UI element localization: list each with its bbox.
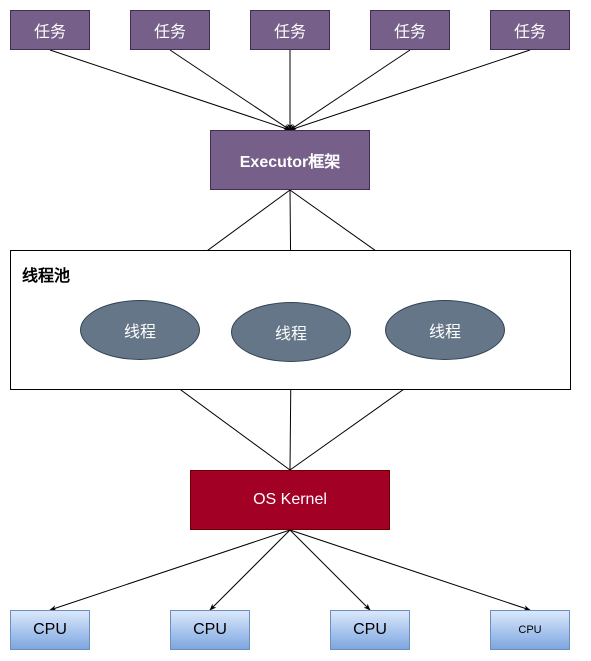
thread-pool-title: 线程池 — [22, 268, 71, 285]
edge-kernel-to-cpu-3 — [289, 529, 371, 611]
kernel-label: OS Kernel — [253, 491, 327, 508]
task-node[interactable]: 任务 — [130, 10, 210, 50]
edge-task-5-to-executor — [289, 49, 531, 131]
cpu-node[interactable]: CPU — [330, 610, 410, 650]
edge-task-1-to-executor — [49, 49, 291, 131]
edge-task-2-to-executor — [169, 49, 291, 131]
edge-kernel-to-cpu-1 — [49, 529, 291, 611]
task-node[interactable]: 任务 — [250, 10, 330, 50]
task-label: 任务 — [33, 24, 66, 41]
executor-framework-node[interactable]: Executor框架 — [210, 130, 370, 190]
task-node[interactable]: 任务 — [370, 10, 450, 50]
task-label: 任务 — [393, 24, 426, 41]
thread-node[interactable]: 线程 — [231, 302, 351, 362]
thread-label: 线程 — [428, 324, 461, 341]
cpu-node[interactable]: CPU — [490, 610, 570, 650]
task-node[interactable]: 任务 — [10, 10, 90, 50]
thread-node[interactable]: 线程 — [385, 300, 505, 360]
cpu-label: CPU — [33, 621, 67, 638]
task-label: 任务 — [513, 24, 546, 41]
edge-kernel-to-cpu-2 — [209, 529, 291, 611]
cpu-label: CPU — [518, 624, 542, 636]
task-label: 任务 — [273, 24, 306, 41]
thread-label: 线程 — [274, 326, 307, 343]
task-node[interactable]: 任务 — [490, 10, 570, 50]
cpu-node[interactable]: CPU — [10, 610, 90, 650]
thread-node[interactable]: 线程 — [80, 300, 200, 360]
os-kernel-node[interactable]: OS Kernel — [190, 470, 390, 530]
task-label: 任务 — [153, 24, 186, 41]
cpu-label: CPU — [193, 621, 227, 638]
edge-task-4-to-executor — [289, 49, 411, 131]
cpu-node[interactable]: CPU — [170, 610, 250, 650]
executor-label: Executor框架 — [239, 154, 341, 171]
thread-label: 线程 — [123, 324, 156, 341]
cpu-label: CPU — [353, 621, 387, 638]
executor-architecture-diagram: 任务 任务 任务 任务 任务 Executor框架 线程池 线程 线程 线程 O… — [0, 0, 591, 661]
edge-kernel-to-cpu-4 — [289, 529, 531, 611]
